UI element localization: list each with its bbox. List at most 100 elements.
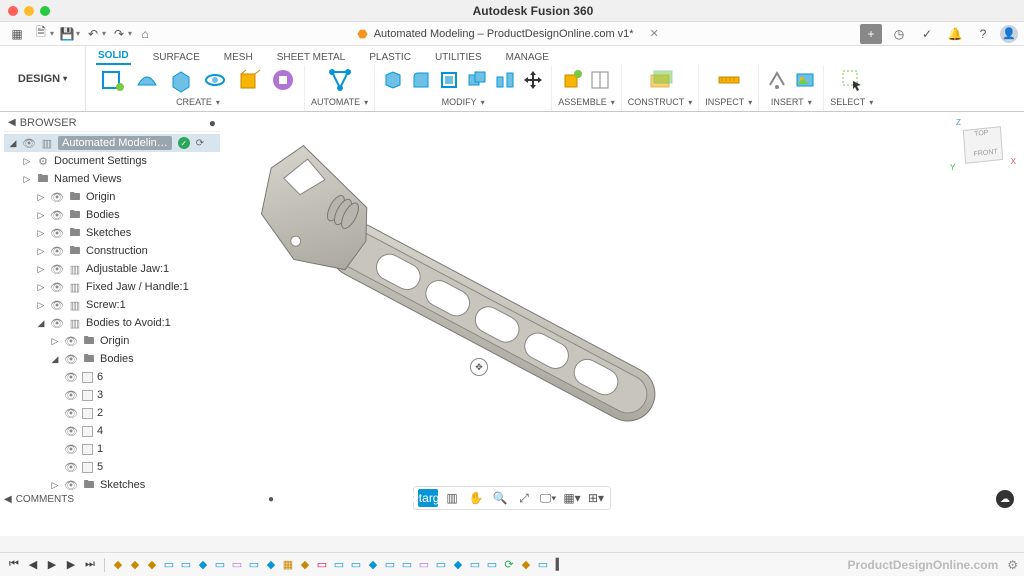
group-insert-label[interactable]: INSERT bbox=[771, 95, 812, 109]
timeline-play-button[interactable]: ▶ bbox=[44, 557, 60, 573]
comments-options-icon[interactable]: ● bbox=[268, 494, 274, 505]
feature-icon[interactable]: ▭ bbox=[536, 558, 550, 572]
tab-solid[interactable]: SOLID bbox=[96, 48, 131, 65]
feature-icon[interactable]: ◆ bbox=[128, 558, 142, 572]
tree-named-views[interactable]: ▷🖿Named Views bbox=[4, 170, 220, 188]
automate-icon[interactable] bbox=[325, 65, 355, 95]
orbit-button[interactable]: �target bbox=[418, 489, 438, 507]
tree-body-item[interactable]: 👁1 bbox=[4, 440, 220, 458]
home-icon[interactable]: ⌂ bbox=[134, 24, 156, 44]
feature-icon[interactable]: ◆ bbox=[366, 558, 380, 572]
group-select-label[interactable]: SELECT bbox=[830, 95, 873, 109]
display-settings-button[interactable]: 🖵▾ bbox=[538, 489, 558, 507]
collapse-comments-icon[interactable]: ◀ bbox=[4, 494, 12, 505]
press-pull-icon[interactable] bbox=[381, 68, 405, 92]
view-cube-face[interactable]: TOP FRONT bbox=[963, 126, 1003, 164]
feature-icon[interactable]: ▭ bbox=[434, 558, 448, 572]
tree-root[interactable]: ◢👁 ▥ Automated Modelin… ✓ ⟳ bbox=[4, 134, 220, 152]
new-design-icon[interactable]: + bbox=[860, 24, 882, 44]
tree-body-item[interactable]: 👁6 bbox=[4, 368, 220, 386]
measure-icon[interactable] bbox=[714, 65, 744, 95]
app-menu-icon[interactable]: ▦ bbox=[6, 24, 28, 44]
move-icon[interactable] bbox=[521, 68, 545, 92]
feature-icon[interactable]: ▭ bbox=[162, 558, 176, 572]
pcb-icon[interactable] bbox=[268, 65, 298, 95]
feature-icon[interactable]: ▭ bbox=[417, 558, 431, 572]
feature-icon[interactable]: ◆ bbox=[451, 558, 465, 572]
timeline-settings-icon[interactable]: ⚙ bbox=[1007, 558, 1018, 572]
construct-plane-icon[interactable] bbox=[645, 65, 675, 95]
tree-body-item[interactable]: 👁2 bbox=[4, 404, 220, 422]
tab-utilities[interactable]: UTILITIES bbox=[433, 50, 484, 65]
feature-icon[interactable]: ▭ bbox=[230, 558, 244, 572]
feature-icon[interactable]: ▭ bbox=[213, 558, 227, 572]
insert-derive-icon[interactable] bbox=[765, 68, 789, 92]
zoom-button[interactable]: 🔍 bbox=[490, 489, 510, 507]
browser-header[interactable]: ◀ BROWSER ● bbox=[4, 114, 220, 132]
tree-body-item[interactable]: 👁4 bbox=[4, 422, 220, 440]
tab-manage[interactable]: MANAGE bbox=[504, 50, 551, 65]
group-construct-label[interactable]: CONSTRUCT bbox=[628, 95, 693, 109]
feature-icon[interactable]: ▭ bbox=[383, 558, 397, 572]
tree-sub-origin[interactable]: ▷👁🖿Origin bbox=[4, 332, 220, 350]
timeline-prev-button[interactable]: ◀ bbox=[25, 557, 41, 573]
box-icon[interactable] bbox=[234, 65, 264, 95]
tree-screw[interactable]: ▷👁▥Screw:1 bbox=[4, 296, 220, 314]
close-window-button[interactable] bbox=[8, 6, 18, 16]
feature-icon[interactable]: ◆ bbox=[519, 558, 533, 572]
feature-icon[interactable]: ▭ bbox=[315, 558, 329, 572]
feature-icon[interactable]: ▭ bbox=[349, 558, 363, 572]
feature-icon[interactable]: ▦ bbox=[281, 558, 295, 572]
joint-icon[interactable] bbox=[588, 68, 612, 92]
close-tab-icon[interactable]: ✕ bbox=[650, 27, 659, 40]
create-form-icon[interactable] bbox=[132, 65, 162, 95]
feature-icon[interactable]: ▭ bbox=[485, 558, 499, 572]
file-icon[interactable]: 🗎 bbox=[30, 24, 52, 44]
timeline-start-button[interactable]: ⏮ bbox=[6, 557, 22, 573]
new-component-icon[interactable] bbox=[560, 68, 584, 92]
maximize-window-button[interactable] bbox=[40, 6, 50, 16]
tree-adjustable-jaw[interactable]: ▷👁▥Adjustable Jaw:1 bbox=[4, 260, 220, 278]
notifications-icon[interactable]: 🔔 bbox=[944, 24, 966, 44]
select-icon[interactable] bbox=[837, 65, 867, 95]
tree-bodies-avoid[interactable]: ◢👁▥Bodies to Avoid:1 bbox=[4, 314, 220, 332]
timeline-end-button[interactable]: ⏭ bbox=[82, 557, 98, 573]
feature-icon[interactable]: ▭ bbox=[247, 558, 261, 572]
feature-icon[interactable]: ◆ bbox=[196, 558, 210, 572]
tab-plastic[interactable]: PLASTIC bbox=[367, 50, 413, 65]
tree-body-item[interactable]: 👁3 bbox=[4, 386, 220, 404]
group-inspect-label[interactable]: INSPECT bbox=[705, 95, 752, 109]
undo-icon[interactable]: ↶ bbox=[82, 24, 104, 44]
cloud-status-icon[interactable]: ☁ bbox=[996, 490, 1014, 508]
feature-icon[interactable]: ▭ bbox=[400, 558, 414, 572]
tree-sketches[interactable]: ▷👁🖿Sketches bbox=[4, 224, 220, 242]
align-icon[interactable] bbox=[493, 68, 517, 92]
view-cube[interactable]: Z TOP FRONT Y X bbox=[950, 118, 1016, 172]
collapse-browser-icon[interactable]: ◀ bbox=[8, 117, 16, 128]
timeline-features[interactable]: ◆ ◆ ◆ ▭ ▭ ◆ ▭ ▭ ▭ ◆ ▦ ◆ ▭ ▭ ▭ ◆ ▭ ▭ ▭ ▭ … bbox=[111, 558, 567, 572]
extrude-icon[interactable] bbox=[166, 65, 196, 95]
fillet-icon[interactable] bbox=[409, 68, 433, 92]
new-sketch-icon[interactable] bbox=[98, 65, 128, 95]
tree-doc-settings[interactable]: ▷⚙Document Settings bbox=[4, 152, 220, 170]
look-at-button[interactable]: ▥ bbox=[442, 489, 462, 507]
workspace-switcher[interactable]: DESIGN▾ bbox=[0, 46, 86, 111]
job-status-icon[interactable]: ✓ bbox=[916, 24, 938, 44]
help-icon[interactable]: ? bbox=[972, 24, 994, 44]
tree-origin[interactable]: ▷👁🖿Origin bbox=[4, 188, 220, 206]
shell-icon[interactable] bbox=[437, 68, 461, 92]
pan-button[interactable]: ✋ bbox=[466, 489, 486, 507]
tree-fixed-jaw[interactable]: ▷👁▥Fixed Jaw / Handle:1 bbox=[4, 278, 220, 296]
tree-bodies[interactable]: ▷👁🖿Bodies bbox=[4, 206, 220, 224]
user-avatar[interactable]: 👤 bbox=[1000, 25, 1018, 43]
tree-sub-bodies[interactable]: ◢👁🖿Bodies bbox=[4, 350, 220, 368]
viewport-button[interactable]: ⊞▾ bbox=[586, 489, 606, 507]
feature-icon[interactable]: ⟳ bbox=[502, 558, 516, 572]
timeline-next-button[interactable]: ▶ bbox=[63, 557, 79, 573]
browser-options-icon[interactable]: ● bbox=[209, 116, 216, 130]
group-automate-label[interactable]: AUTOMATE bbox=[311, 95, 368, 109]
feature-icon[interactable]: ◆ bbox=[111, 558, 125, 572]
tab-mesh[interactable]: MESH bbox=[222, 50, 255, 65]
group-assemble-label[interactable]: ASSEMBLE bbox=[558, 95, 615, 109]
redo-icon[interactable]: ↷ bbox=[108, 24, 130, 44]
